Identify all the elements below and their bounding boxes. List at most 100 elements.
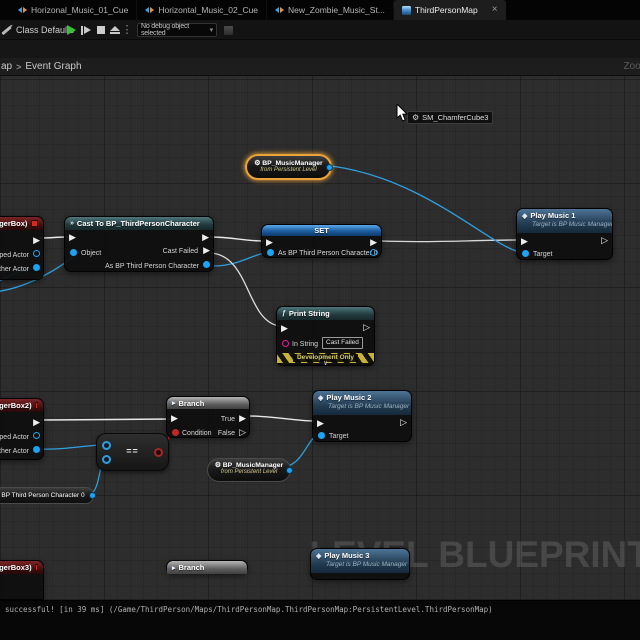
debug-browse-icon[interactable] xyxy=(224,26,233,35)
node-title: Branch xyxy=(178,563,205,572)
more-options-button[interactable]: ⋮ xyxy=(121,23,133,36)
event-graph-canvas[interactable]: LEVEL BLUEPRINT OnActorBegi xyxy=(0,76,640,600)
node-event-beginoverlap-triggerbox2[interactable]: OnActorBeginOverlap (TriggerBox2) ▶ Over… xyxy=(0,398,44,460)
wire-data xyxy=(212,252,265,267)
actor-output-pin[interactable] xyxy=(286,466,293,474)
exec-in-pin[interactable]: ▶ xyxy=(69,233,76,242)
exec-out-pin[interactable]: ▷ xyxy=(400,418,407,427)
staticmesh-icon: ⚙ xyxy=(412,113,420,122)
node-set-variable[interactable]: SET ▶ ▶ As BP Third Person Character 0 xyxy=(261,224,382,258)
exec-out-pin[interactable]: ▶ xyxy=(202,233,209,242)
debug-object-value: No debug object selected xyxy=(141,23,189,37)
node-subtitle: Target is BP Music Manager xyxy=(532,221,612,228)
node-equal-comparison[interactable]: == xyxy=(96,433,169,471)
eject-button[interactable] xyxy=(108,24,122,36)
exec-in-pin[interactable]: ▶ xyxy=(171,414,178,423)
pin-label: Condition xyxy=(182,430,212,437)
false-exec-pin[interactable]: ▷ xyxy=(239,428,246,437)
pin-label: Overlapped Actor xyxy=(0,252,29,259)
exec-in-pin[interactable]: ▶ xyxy=(281,324,288,333)
node-cast-to-thirdpersoncharacter[interactable]: » Cast To BP_ThirdPersonCharacter ▶ ▶ Obj… xyxy=(64,216,214,272)
exec-in-pin[interactable]: ▶ xyxy=(266,238,273,247)
debug-object-dropdown[interactable]: No debug object selected ▾ xyxy=(137,23,217,37)
node-play-music-1[interactable]: ◈ Play Music 1 Target is BP Music Manager… xyxy=(516,208,613,260)
exec-out-pin[interactable]: ▶ xyxy=(370,238,377,247)
breadcrumb-map[interactable]: ap xyxy=(1,61,12,72)
node-play-music-2[interactable]: ◈ Play Music 2 Target is BP Music Manager… xyxy=(312,390,412,442)
gear-icon: ⚙ xyxy=(214,462,221,469)
equals-input-b-pin[interactable] xyxy=(102,455,111,464)
tab-thirdpersonmap[interactable]: ThirdPersonMap × xyxy=(393,0,506,20)
tab-horizonal-music-01[interactable]: Horizonal_Music_01_Cue xyxy=(10,0,138,20)
condition-pin[interactable] xyxy=(172,429,179,436)
exec-out-pin[interactable]: ▶ xyxy=(33,236,40,245)
blueprint-toolbar: Class Defaults ⋮ No debug object selecte… xyxy=(0,20,640,40)
breadcrumb-event-graph[interactable]: Event Graph xyxy=(25,61,81,72)
pin-label: Object xyxy=(81,250,102,257)
node-character-variable-getter[interactable]: BP Third Person Character 0 xyxy=(0,487,96,504)
function-icon: ƒ xyxy=(282,310,286,317)
close-icon[interactable]: × xyxy=(492,5,498,15)
wire-data xyxy=(38,444,101,450)
variable-output-pin[interactable] xyxy=(89,492,96,499)
exec-out-pin[interactable]: ▷ xyxy=(363,323,370,332)
node-title: Cast To BP_ThirdPersonCharacter xyxy=(76,219,200,228)
overlapped-actor-pin[interactable] xyxy=(33,432,40,439)
set-input-pin[interactable] xyxy=(267,249,274,256)
equals-result-pin[interactable] xyxy=(154,448,163,457)
event-icon xyxy=(34,402,38,409)
tab-label: New_Zombie_Music_St... xyxy=(288,5,385,15)
node-title: OnActorBeginOverlap (TriggerBox2) xyxy=(0,401,32,410)
node-title: SET xyxy=(314,226,329,235)
frame-skip-button[interactable] xyxy=(79,24,93,36)
wire-exec xyxy=(248,415,315,422)
tab-horizontal-music-02[interactable]: Horizontal_Music_02_Cue xyxy=(137,0,268,20)
other-actor-pin[interactable] xyxy=(33,264,40,271)
vertical-dots-icon: ⋮ xyxy=(121,23,133,36)
exec-in-pin[interactable]: ▶ xyxy=(521,237,528,246)
overlapped-actor-pin[interactable] xyxy=(33,250,40,257)
tab-label: Horizonal_Music_01_Cue xyxy=(31,5,129,15)
node-play-music-3[interactable]: ◈ Play Music 3 Target is BP Music Manager xyxy=(310,548,410,580)
pin-label: Overlapped Actor xyxy=(0,434,29,441)
node-bp-musicmanager-reference-bottom[interactable]: ⚙ BP_MusicManager from Persistent Level xyxy=(207,458,293,482)
target-pin[interactable] xyxy=(522,250,529,257)
play-button[interactable] xyxy=(64,24,78,36)
object-pin[interactable] xyxy=(70,249,77,256)
node-title: OnActorBeginOverlap (TriggerBox) xyxy=(0,219,28,228)
other-actor-pin[interactable] xyxy=(33,446,40,453)
node-print-string[interactable]: ƒ Print String ▶ ▷ In String Cast Failed … xyxy=(276,306,375,367)
node-title: Play Music 2 xyxy=(326,393,372,402)
node-event-beginoverlap-triggerbox3[interactable]: OnActorBeginOverlap (TriggerBox3) xyxy=(0,560,44,600)
in-string-value-field[interactable]: Cast Failed xyxy=(322,337,363,349)
exec-in-pin[interactable]: ▶ xyxy=(317,419,324,428)
exec-out-pin[interactable]: ▶ xyxy=(33,418,40,427)
chevron-down-icon[interactable]: ∨ xyxy=(323,360,328,367)
node-branch-1[interactable]: ▸ Branch ▶ Condition True ▶ False ▷ xyxy=(166,396,250,438)
pin-label: Other Actor xyxy=(0,448,29,455)
set-output-pin[interactable] xyxy=(370,249,377,256)
actor-output-pin[interactable] xyxy=(326,163,333,171)
class-defaults-button[interactable]: Class Defaults xyxy=(0,22,74,38)
pin-label: As BP Third Person Character xyxy=(105,263,199,270)
node-event-beginoverlap-triggerbox[interactable]: OnActorBeginOverlap (TriggerBox) ▶ Overl… xyxy=(0,216,44,280)
tab-new-zombie-music[interactable]: New_Zombie_Music_St... xyxy=(267,0,394,20)
stop-button[interactable] xyxy=(94,24,108,36)
true-exec-pin[interactable]: ▶ xyxy=(239,414,246,423)
wire-exec xyxy=(379,239,519,243)
gear-icon: ⚙ xyxy=(254,160,261,167)
dragged-actor-chip: ⚙ SM_ChamferCube3 xyxy=(407,111,494,124)
target-pin[interactable] xyxy=(318,432,325,439)
pencil-icon xyxy=(1,25,12,35)
exec-out-pin[interactable]: ▷ xyxy=(601,236,608,245)
in-string-pin[interactable] xyxy=(282,340,289,347)
node-branch-2[interactable]: ▸ Branch xyxy=(166,560,248,574)
event-icon xyxy=(34,564,38,571)
as-character-pin[interactable] xyxy=(203,261,210,268)
node-subtitle: Target is BP Music Manager xyxy=(328,403,410,410)
cast-failed-exec-pin[interactable]: ▶ xyxy=(203,246,210,255)
tab-label: ThirdPersonMap xyxy=(414,5,478,15)
level-icon xyxy=(401,5,411,15)
blueprint-editor-window: Horizonal_Music_01_Cue Horizontal_Music_… xyxy=(0,0,640,640)
node-bp-musicmanager-reference-top[interactable]: ⚙ BP_MusicManager from Persistent Level xyxy=(245,154,333,180)
